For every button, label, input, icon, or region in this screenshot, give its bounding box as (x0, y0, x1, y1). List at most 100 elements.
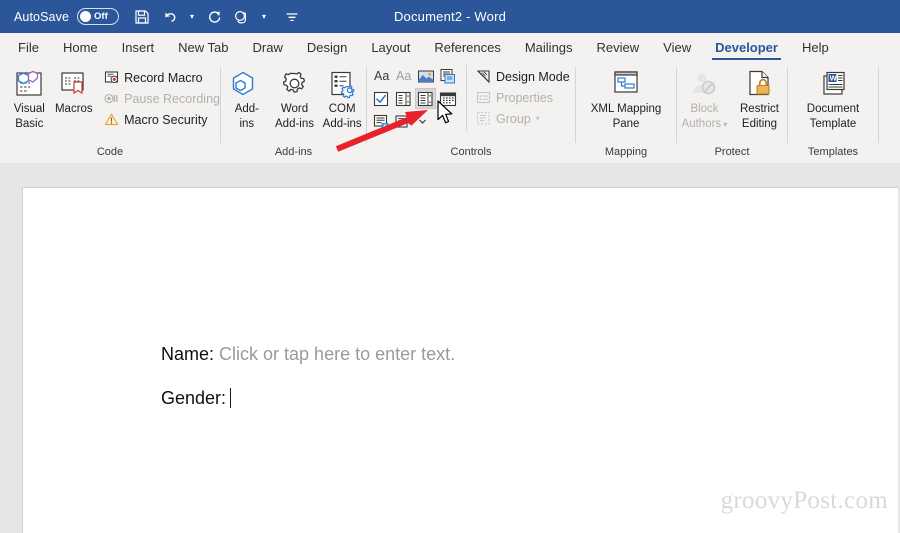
check-box-content-control-button[interactable] (371, 88, 392, 109)
macros-icon (58, 67, 89, 101)
xml-mapping-pane-button[interactable]: XML Mapping Pane (578, 65, 674, 130)
document-line-gender: Gender: (161, 388, 232, 409)
macros-label: Macros (54, 103, 93, 115)
restrict-editing-label-line2: Editing (741, 117, 778, 130)
visual-basic-button[interactable]: Visual Basic (8, 65, 51, 130)
com-addins-button[interactable]: COM Add-ins (318, 65, 366, 130)
record-macro-label: Record Macro (124, 70, 203, 85)
block-authors-label-line2: Authors ▾ (681, 117, 728, 130)
combo-box-content-control-button[interactable] (393, 88, 414, 109)
com-addins-icon (327, 67, 358, 101)
save-icon[interactable] (129, 5, 155, 29)
name-content-control-placeholder[interactable]: Click or tap here to enter text. (219, 344, 455, 364)
document-workspace: Name: Click or tap here to enter text. G… (0, 163, 900, 533)
block-authors-icon (689, 67, 720, 101)
watermark: groovyPost.com (720, 487, 888, 514)
pause-recording-button: Pause Recording (101, 88, 220, 109)
word-addins-label-line1: Word (280, 103, 309, 115)
document-template-label-line2: Template (809, 117, 857, 130)
design-mode-button[interactable]: Design Mode (473, 66, 570, 87)
undo-dropdown-chevron-down-icon[interactable]: ▾ (185, 5, 199, 29)
tab-references[interactable]: References (422, 33, 512, 61)
group-label-addins: Add-ins (274, 146, 313, 158)
tab-layout[interactable]: Layout (359, 33, 422, 61)
xml-mapping-pane-icon (610, 67, 642, 101)
design-mode-icon (476, 69, 491, 84)
tab-help[interactable]: Help (790, 33, 841, 61)
com-addins-label-line2: Add-ins (322, 117, 362, 130)
macro-security-label: Macro Security (124, 112, 208, 127)
word-addins-gear-icon (279, 67, 310, 101)
visual-basic-label-line1: Visual (13, 103, 45, 115)
restrict-editing-button[interactable]: Restrict Editing (732, 65, 787, 130)
ribbon-group-code: Visual Basic Macros Record Macro Pause R… (0, 61, 220, 163)
xml-mapping-pane-label-line2: Pane (612, 117, 640, 130)
drop-down-list-content-control-button[interactable] (415, 88, 436, 109)
touch-mode-chevron-down-icon[interactable]: ▾ (257, 5, 271, 29)
tab-review[interactable]: Review (585, 33, 652, 61)
svg-text:W: W (829, 74, 837, 83)
customize-quick-access-toolbar-icon[interactable] (279, 5, 305, 29)
plain-text-content-control-button[interactable]: Aa (393, 65, 414, 86)
picture-content-control-button[interactable] (415, 65, 436, 86)
autosave-state-label: Off (94, 10, 108, 22)
record-macro-button[interactable]: Record Macro (101, 67, 220, 88)
group-icon (476, 111, 491, 126)
xml-mapping-pane-label-line1: XML Mapping (590, 103, 662, 115)
gender-label: Gender: (161, 388, 227, 408)
pause-recording-icon (104, 91, 119, 106)
addins-hexagon-icon (231, 67, 262, 101)
ribbon-group-divider (878, 67, 879, 143)
addins-button[interactable]: Add- ins (223, 65, 271, 130)
title-bar: AutoSave Off ▾ ▾ Document2 - Word (0, 0, 900, 33)
addins-label-line2: ins (239, 117, 255, 130)
macro-security-button[interactable]: Macro Security (101, 109, 220, 130)
undo-icon[interactable] (157, 5, 183, 29)
repeating-section-content-control-button[interactable] (371, 111, 392, 132)
ribbon-group-templates: W Document Template Templates (788, 61, 878, 163)
touch-mode-icon[interactable] (229, 5, 255, 29)
document-template-button[interactable]: W Document Template (790, 65, 876, 130)
group-label-code: Code (96, 146, 124, 158)
visual-basic-label-line2: Basic (15, 117, 44, 130)
block-authors-button: Block Authors ▾ (677, 65, 732, 130)
tab-developer[interactable]: Developer (703, 33, 790, 61)
group-chevron-down-icon: ▾ (535, 113, 540, 123)
document-page[interactable]: Name: Click or tap here to enter text. G… (22, 187, 898, 533)
svg-text:Aa: Aa (374, 69, 389, 83)
group-button: Group ▾ (473, 108, 570, 129)
quick-access-toolbar: AutoSave Off ▾ ▾ (0, 5, 305, 29)
tab-design[interactable]: Design (295, 33, 359, 61)
record-macro-icon (104, 70, 119, 85)
autosave-toggle[interactable]: Off (77, 8, 120, 25)
group-label-templates: Templates (807, 146, 859, 158)
autosave-toggle-knob (80, 11, 92, 22)
redo-icon[interactable] (201, 5, 227, 29)
block-authors-label-line1: Block (690, 103, 719, 115)
document-template-icon: W (818, 67, 849, 101)
building-block-gallery-content-control-button[interactable] (437, 65, 458, 86)
word-addins-button[interactable]: Word Add-ins (271, 65, 319, 130)
group-label-controls: Controls (450, 146, 492, 158)
tab-home[interactable]: Home (51, 33, 110, 61)
legacy-tools-chevron-down-icon[interactable] (415, 111, 429, 132)
properties-icon (476, 90, 491, 105)
tab-insert[interactable]: Insert (110, 33, 167, 61)
svg-text:Aa: Aa (396, 69, 411, 83)
restrict-editing-lock-icon (744, 67, 775, 101)
document-template-label-line1: Document (806, 103, 860, 115)
rich-text-content-control-button[interactable]: Aa (371, 65, 392, 86)
group-label: Group (496, 111, 531, 126)
macro-security-warning-icon (104, 112, 119, 127)
tab-mailings[interactable]: Mailings (513, 33, 585, 61)
tab-file[interactable]: File (6, 33, 51, 61)
tab-view[interactable]: View (651, 33, 703, 61)
macros-button[interactable]: Macros (53, 65, 96, 116)
properties-label: Properties (496, 90, 553, 105)
visual-basic-icon (14, 67, 45, 101)
tab-draw[interactable]: Draw (241, 33, 295, 61)
tab-new-tab[interactable]: New Tab (166, 33, 240, 61)
design-mode-label: Design Mode (496, 69, 570, 84)
legacy-tools-button[interactable] (393, 111, 414, 132)
restrict-editing-label-line1: Restrict (740, 103, 779, 115)
